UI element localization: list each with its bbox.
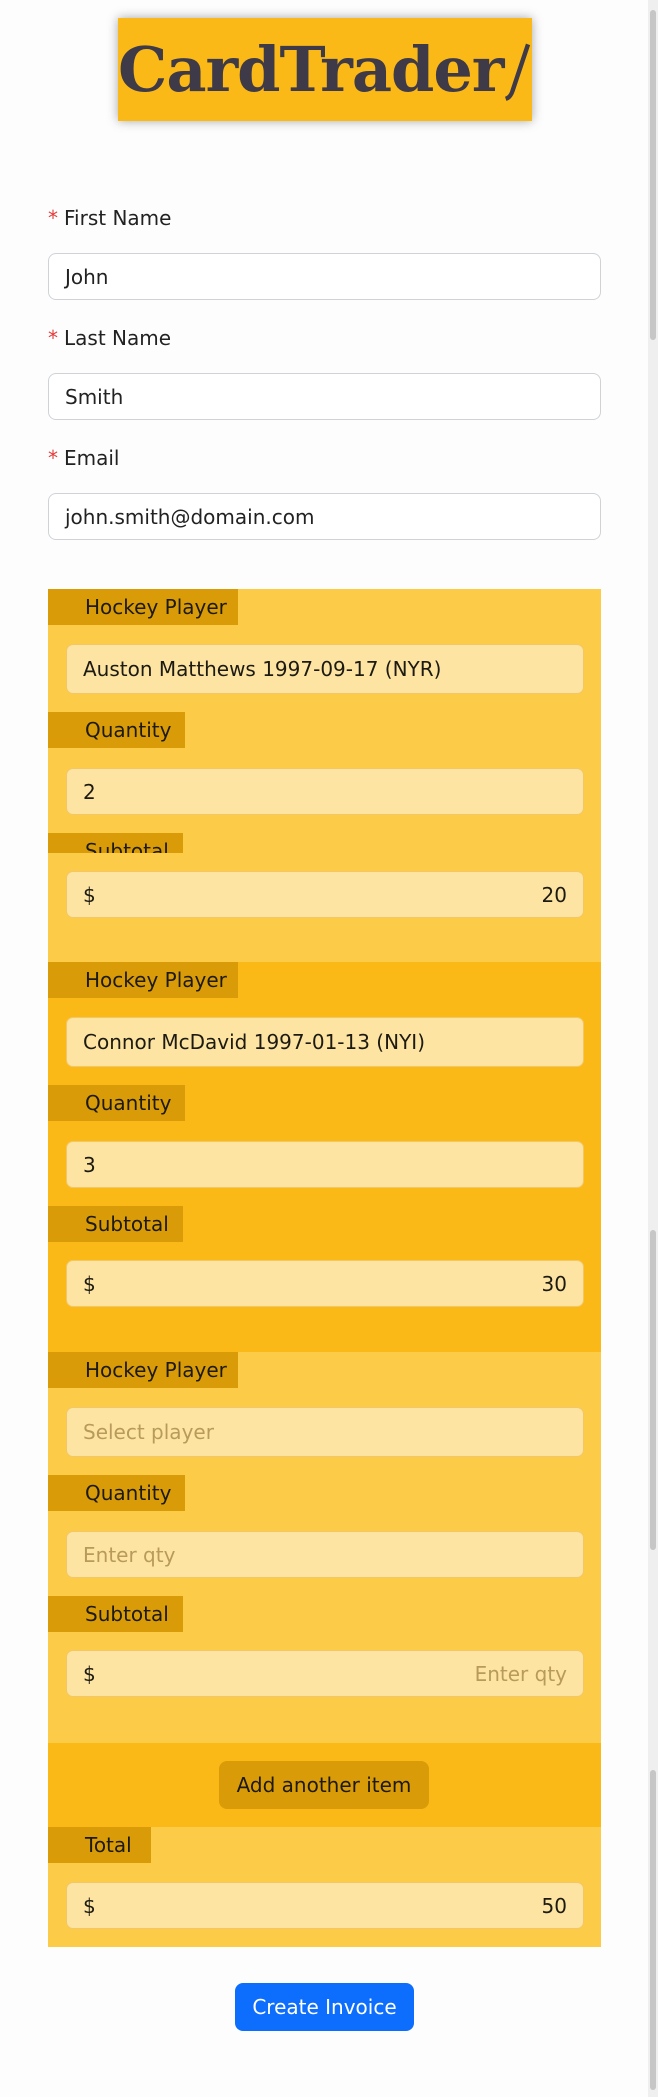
- create-invoice-button[interactable]: Create Invoice: [235, 1983, 414, 2031]
- subtotal-field: $ Enter qty: [66, 1650, 584, 1697]
- required-marker: *: [48, 206, 58, 230]
- scrollbar[interactable]: [648, 0, 658, 2097]
- add-another-item-button[interactable]: Add another item: [219, 1761, 429, 1809]
- line-item-1: Hockey Player Auston Matthews 1997-09-17…: [48, 589, 601, 962]
- hockey-player-label: Hockey Player: [48, 962, 238, 998]
- logo-text: CardTrader: [118, 32, 504, 106]
- email-label: * Email: [48, 446, 120, 470]
- hockey-player-select[interactable]: Select player: [66, 1407, 584, 1457]
- hockey-player-label: Hockey Player: [48, 589, 238, 625]
- cardtrader-logo: CardTrader: [118, 18, 532, 121]
- hockey-player-select[interactable]: Connor McDavid 1997-01-13 (NYI): [66, 1017, 584, 1067]
- currency-symbol: $: [83, 1271, 96, 1296]
- first-name-label: * First Name: [48, 206, 172, 230]
- quantity-label: Quantity: [48, 712, 185, 748]
- currency-symbol: $: [83, 1661, 96, 1686]
- quantity-label: Quantity: [48, 1475, 185, 1511]
- last-name-label: * Last Name: [48, 326, 172, 350]
- last-name-input[interactable]: Smith: [48, 373, 601, 420]
- currency-symbol: $: [83, 882, 96, 907]
- subtotal-label: Subtotal: [48, 1596, 183, 1632]
- total-field: $ 50: [66, 1882, 584, 1929]
- quantity-input[interactable]: 3: [66, 1141, 584, 1188]
- subtotal-field: $ 20: [66, 871, 584, 918]
- add-item-bar: Add another item: [48, 1743, 601, 1827]
- quantity-input[interactable]: 2: [66, 768, 584, 815]
- total-section: Total $ 50: [48, 1827, 601, 1947]
- line-item-2: Hockey Player Connor McDavid 1997-01-13 …: [48, 962, 601, 1352]
- subtotal-label: Subtotal: [48, 833, 183, 853]
- scrollbar-thumb[interactable]: [650, 1230, 656, 1550]
- quantity-input[interactable]: Enter qty: [66, 1531, 584, 1578]
- quantity-label: Quantity: [48, 1085, 185, 1121]
- subtotal-placeholder: Enter qty: [474, 1661, 567, 1686]
- subtotal-label: Subtotal: [48, 1206, 183, 1242]
- total-label: Total: [48, 1827, 151, 1863]
- required-marker: *: [48, 446, 58, 470]
- total-value: 50: [541, 1893, 567, 1918]
- subtotal-value: 30: [541, 1271, 567, 1296]
- first-name-input[interactable]: John: [48, 253, 601, 300]
- currency-symbol: $: [83, 1893, 96, 1918]
- hockey-player-label: Hockey Player: [48, 1352, 238, 1388]
- scrollbar-thumb[interactable]: [650, 1770, 656, 2090]
- required-marker: *: [48, 326, 58, 350]
- email-input[interactable]: john.smith@domain.com: [48, 493, 601, 540]
- scrollbar-thumb[interactable]: [650, 10, 656, 340]
- hockey-player-select[interactable]: Auston Matthews 1997-09-17 (NYR): [66, 644, 584, 694]
- subtotal-value: 20: [541, 882, 567, 907]
- hockey-stick-icon: [505, 43, 531, 101]
- subtotal-field: $ 30: [66, 1260, 584, 1307]
- line-item-3: Hockey Player Select player Quantity Ent…: [48, 1352, 601, 1743]
